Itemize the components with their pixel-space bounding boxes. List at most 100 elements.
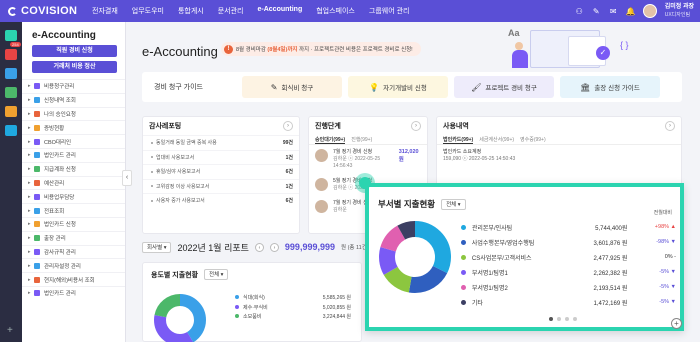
- more-button[interactable]: ›: [411, 121, 421, 131]
- tab-tax-invoice[interactable]: 세금계산서(99+): [479, 136, 514, 143]
- building-icon: 🏛: [580, 82, 591, 92]
- sidebar-item[interactable]: ▸ 전표조회: [22, 203, 125, 217]
- sidebar-item[interactable]: ▸ 법인카드 관리: [22, 147, 125, 162]
- purpose-filter-select[interactable]: 전체 ▾: [204, 269, 229, 280]
- audit-row[interactable]: 사용자 중가 사용보고서 6건: [143, 193, 299, 208]
- sidebar-item[interactable]: ▸ 출장 관리: [22, 230, 125, 245]
- vendor-settlement-button[interactable]: 거래처 비용 정산: [32, 61, 117, 73]
- sidebar-item[interactable]: ▸ 비용청구관리: [22, 79, 125, 93]
- department-expense-popup: 부서별 지출현황 전체 ▾ 전월대비 관리본부/인사팀 5,744,400원 +98…: [365, 183, 684, 331]
- department-row[interactable]: 기타 1,472,169 원 -5% ▼: [461, 296, 676, 308]
- audit-row[interactable]: 휴일/심야 사용보고서 6건: [143, 164, 299, 179]
- board-app-icon[interactable]: [5, 87, 17, 98]
- top-menu-item[interactable]: 전자결재: [92, 6, 118, 16]
- department-row[interactable]: 부서명1/팀명1 2,262,382 원 -5% ▼: [461, 266, 676, 278]
- tab-corp-card[interactable]: 법인카드(99+): [443, 136, 474, 144]
- sidebar-menu: ▸ 비용청구관리 ▸ 신청내역 조회 ▸ 나의 승인요청 ▸ 증빙현황 ▸ CBO대리인 ▸ 법인카드…: [22, 79, 125, 300]
- self-dev-button[interactable]: 💡 자기개발비 신청: [348, 76, 448, 98]
- sidebar-item[interactable]: ▸ 증빙현황: [22, 120, 125, 134]
- department-filter-select[interactable]: 전체 ▾: [441, 198, 466, 210]
- user-info[interactable]: 김미정 과장 UX디자인팀: [665, 3, 694, 19]
- user-avatar[interactable]: [642, 4, 657, 18]
- department-donut-chart: [379, 221, 451, 293]
- audit-row[interactable]: 고위감정 이상 사용보고서 1건: [143, 178, 299, 194]
- tab-receipt[interactable]: 영수증(99+): [520, 136, 546, 143]
- audit-row[interactable]: 업대비 사용보고서 1건: [143, 149, 299, 165]
- sidebar-item[interactable]: ▸ 법인카드 신청: [22, 216, 125, 231]
- department-amount: 5,744,400원: [595, 225, 628, 232]
- sidebar-item[interactable]: ▸ 감사규칙 관리: [22, 244, 125, 259]
- project-expense-button[interactable]: 🖌 프로젝트 경비 청구: [454, 76, 554, 98]
- sidebar-item[interactable]: ▸ CBO대리인: [22, 134, 125, 148]
- accounting-app-icon[interactable]: [5, 125, 17, 136]
- brush-icon: 🖌: [471, 82, 482, 92]
- list-item[interactable]: 7월 정기 경비 신청 김하운 ⓒ 2022-05-25 14:56:43 312…: [309, 145, 427, 174]
- sidebar-item[interactable]: ▸ 현지(해외)비용서 조회: [22, 272, 125, 286]
- pager-dot[interactable]: [549, 317, 553, 321]
- department-row[interactable]: 사업수행본부/영업수행팀 3,601,876 원 -98% ▼: [461, 236, 676, 248]
- department-change: -5% ▼: [659, 299, 676, 305]
- pager-dot[interactable]: [557, 317, 561, 321]
- report-amount: 999,999,999: [284, 242, 335, 252]
- mail-app-icon[interactable]: [5, 30, 17, 41]
- mail-icon[interactable]: ✉: [609, 7, 618, 16]
- sidebar-item-label: 전표조회: [44, 208, 65, 215]
- bell-icon[interactable]: 🔔: [626, 7, 636, 16]
- top-menu-item[interactable]: 협업스페이스: [316, 6, 355, 16]
- sidebar-item[interactable]: ▸ 지급계좌 신청: [22, 161, 125, 176]
- org-chart-icon[interactable]: ⚇: [575, 7, 584, 16]
- department-change: -5% ▼: [659, 269, 676, 275]
- code-brace-icon: { }: [620, 40, 629, 50]
- bulb-icon: 💡: [369, 82, 380, 92]
- list-item[interactable]: 법인카드 소요계정 159,090 ⓒ 2022-05-25 14:50:43: [437, 145, 681, 167]
- prev-month-button[interactable]: ‹: [254, 242, 264, 252]
- sidebar-item[interactable]: ▸ 나의 승인요청: [22, 106, 125, 121]
- more-button[interactable]: ›: [665, 121, 675, 131]
- notice-banner[interactable]: ! 8월 경비마감 (8월4일)까지 까지 · 프로젝트관련 비용은 프로젝트 …: [221, 42, 421, 56]
- pager-dot[interactable]: [573, 317, 577, 321]
- top-menu-item-active[interactable]: e-Accounting: [258, 6, 303, 16]
- progress-tabs: 승인대기(99+) 진행(99+): [309, 135, 427, 145]
- sidebar-item[interactable]: ▸ 예산관리: [22, 175, 125, 190]
- document-app-icon[interactable]: [5, 106, 17, 117]
- business-trip-guide-button[interactable]: 🏛 출장 신청 가이드: [560, 76, 660, 98]
- more-button[interactable]: ›: [283, 121, 293, 131]
- top-menu-item[interactable]: 문서관리: [218, 6, 244, 16]
- pager-dot[interactable]: [565, 317, 569, 321]
- tab-pending[interactable]: 승인대기(99+): [315, 136, 346, 144]
- report-bar: 회사별 ▾ 2022년 1월 리포트 ‹ › 999,999,999 원 (총 …: [142, 240, 369, 254]
- department-row[interactable]: 부서명1/팀명2 2,193,514 원 -5% ▼: [461, 281, 676, 293]
- add-app-icon[interactable]: +: [7, 325, 13, 336]
- alert-icon: !: [224, 44, 233, 54]
- menu-icon: [34, 83, 40, 90]
- department-name: 부서명1/팀명1: [471, 270, 508, 277]
- card-title: 감사레포팅: [149, 123, 182, 130]
- brand-logo[interactable]: COVISION: [0, 5, 90, 17]
- dinner-claim-button[interactable]: ✎ 회식비 청구: [242, 76, 342, 98]
- sidebar-item[interactable]: ▸ 신청내역 조회: [22, 92, 125, 107]
- edit-icon[interactable]: ✎: [592, 7, 601, 16]
- audit-row[interactable]: 동일거래 동일 금액 중복 사용 99건: [143, 135, 299, 150]
- sidebar-item[interactable]: ▸ 법인카드 관리: [22, 285, 125, 300]
- sidebar-item[interactable]: ▸ 비용업무담당: [22, 189, 125, 203]
- sidebar-item-label: 출장 관리: [44, 236, 66, 243]
- approval-app-icon[interactable]: [5, 49, 17, 60]
- department-row[interactable]: 관리본부/인사팀 5,744,400원 +98% ▲: [461, 221, 676, 233]
- top-menu-item[interactable]: 업무도우미: [132, 6, 164, 16]
- legend-row: 제수·부식비 5,020,855 원: [235, 303, 359, 313]
- next-month-button[interactable]: ›: [269, 242, 279, 252]
- department-change: -98% ▼: [656, 239, 676, 245]
- department-row[interactable]: CS사업본부/고객서비스 2,477,925 원 0% -: [461, 251, 676, 263]
- tab-in-progress[interactable]: 진행(99+): [351, 136, 372, 143]
- highlight-point: [359, 177, 371, 189]
- sidebar-item[interactable]: ▸ 관리자설정 관리: [22, 258, 125, 272]
- calendar-app-icon[interactable]: [5, 68, 17, 79]
- sidebar-item-label: 법인카드 관리: [44, 291, 76, 298]
- employee-expense-button[interactable]: 직원 경비 신청: [32, 45, 117, 57]
- top-menu-item[interactable]: 통합게시: [178, 6, 204, 16]
- top-menu-item[interactable]: 그룹웨어 관리: [369, 6, 410, 16]
- add-icon[interactable]: +: [671, 318, 682, 329]
- menu-icon: [34, 290, 40, 297]
- company-select[interactable]: 회사별 ▾: [142, 241, 172, 253]
- brand-name: COVISION: [21, 5, 78, 17]
